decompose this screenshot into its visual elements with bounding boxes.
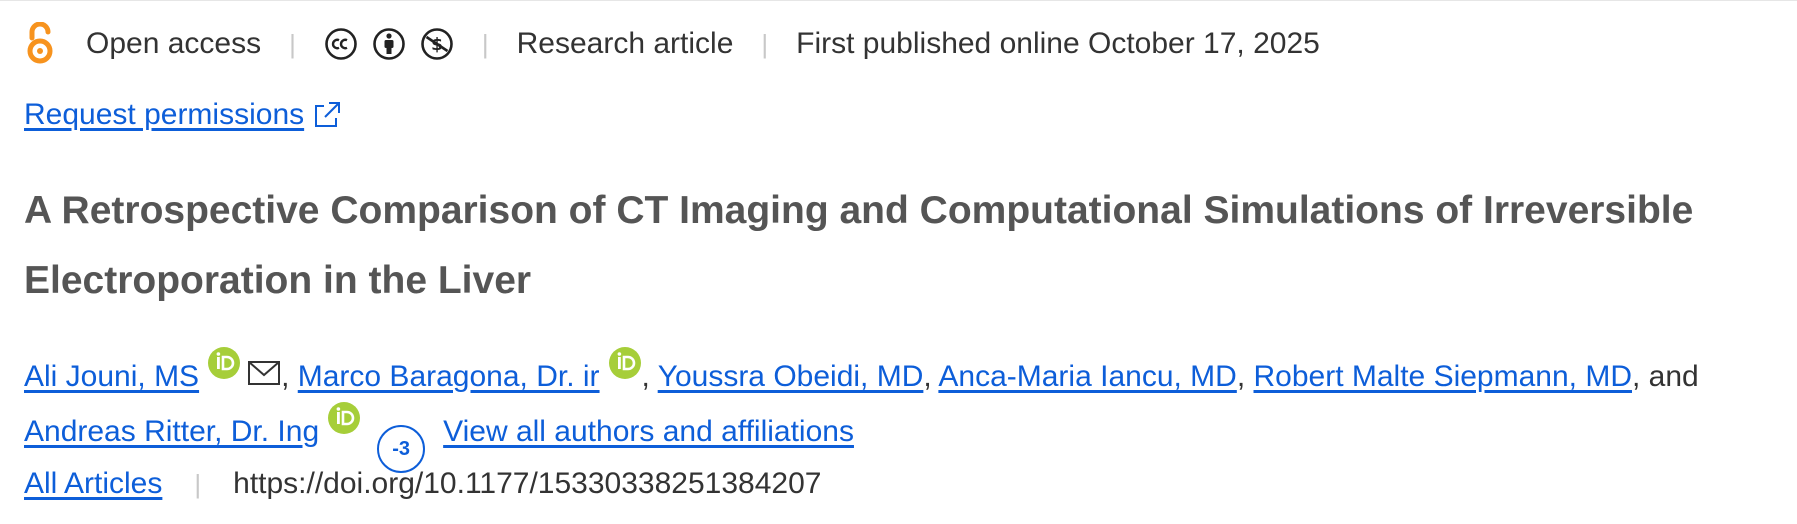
publication-date: First published online October 17, 2025 <box>796 27 1320 60</box>
separator: | <box>761 28 769 59</box>
by-attribution-icon <box>373 28 405 60</box>
orcid-icon[interactable] <box>207 346 241 380</box>
article-footer-row: All Articles | https://doi.org/10.1177/1… <box>24 460 821 508</box>
request-permissions-link[interactable]: Request permissions <box>24 98 304 132</box>
author-link[interactable]: Anca-Maria Iancu, MD <box>938 360 1236 393</box>
cc-icon <box>325 28 357 60</box>
author-link[interactable]: Robert Malte Siepmann, MD <box>1254 360 1633 393</box>
open-access-icon <box>27 22 53 64</box>
comma: , <box>281 360 298 393</box>
svg-text:$: $ <box>431 35 443 55</box>
author-link[interactable]: Andreas Ritter, Dr. Ing <box>24 415 319 448</box>
author-link[interactable]: Youssra Obeidi, MD <box>658 360 924 393</box>
permissions-row: Request permissions <box>24 98 342 132</box>
separator: | <box>481 28 489 59</box>
orcid-icon[interactable] <box>608 346 642 380</box>
comma: , <box>1236 360 1254 393</box>
article-meta-row: Open access | $ | Research article | Fir… <box>24 20 1320 68</box>
license-icons[interactable]: $ <box>324 27 454 61</box>
noncommercial-icon: $ <box>421 28 453 60</box>
top-divider <box>0 0 1797 1</box>
separator: | <box>289 28 296 59</box>
comma: , <box>923 360 939 393</box>
email-icon[interactable] <box>247 359 281 387</box>
article-type: Research article <box>516 27 734 60</box>
separator: | <box>194 468 202 499</box>
all-articles-link[interactable]: All Articles <box>24 467 162 501</box>
author-link[interactable]: Ali Jouni, MS <box>24 360 199 393</box>
open-access-label: Open access <box>86 27 262 60</box>
view-all-authors-link[interactable]: View all authors and affiliations <box>443 415 854 448</box>
and-conjunction: , and <box>1632 360 1699 393</box>
doi-text: https://doi.org/10.1177/1533033825138420… <box>233 467 822 500</box>
orcid-icon[interactable] <box>327 401 361 435</box>
comma: , <box>641 360 658 393</box>
article-title: A Retrospective Comparison of CT Imaging… <box>24 189 1694 302</box>
external-link-icon <box>315 102 341 127</box>
author-link[interactable]: Marco Baragona, Dr. ir <box>298 360 600 393</box>
author-list: Ali Jouni, MS, Marco Baragona, Dr. ir, Y… <box>24 346 1784 473</box>
